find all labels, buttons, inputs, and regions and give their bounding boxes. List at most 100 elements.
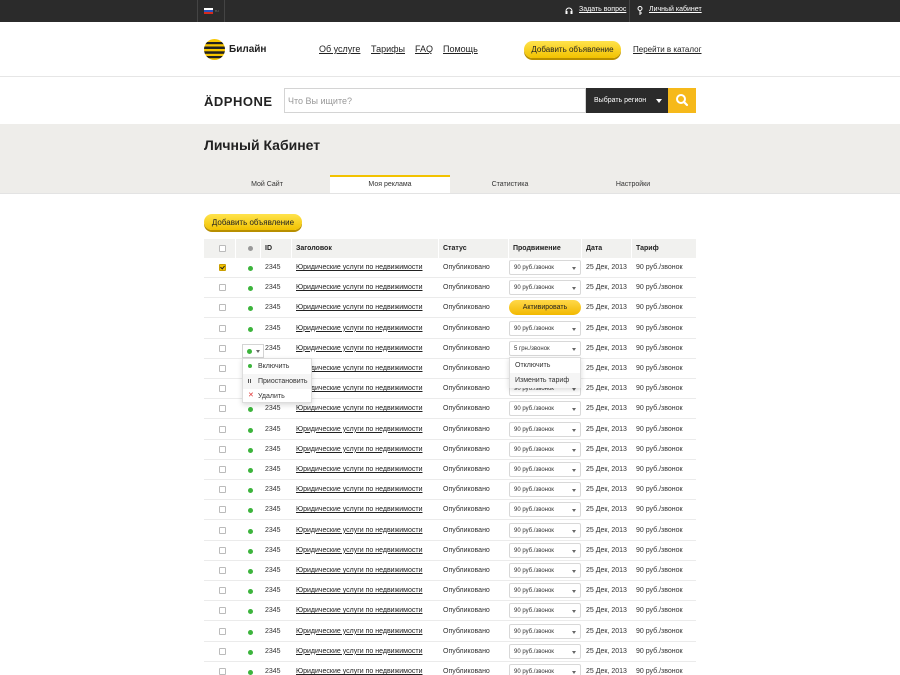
status-dot-icon[interactable] bbox=[248, 326, 253, 332]
promotion-select[interactable]: 90 руб./звонок bbox=[509, 482, 581, 498]
nav-about[interactable]: Об услуге bbox=[319, 44, 360, 54]
row-checkbox[interactable] bbox=[219, 526, 226, 534]
row-title-link[interactable]: Юридические услуги по недвижимости bbox=[296, 607, 423, 614]
status-dot-icon[interactable] bbox=[248, 427, 253, 433]
status-dot-icon[interactable] bbox=[248, 306, 253, 312]
tab-my-ads[interactable]: Моя реклама bbox=[330, 175, 450, 194]
status-dot-icon[interactable] bbox=[248, 528, 253, 534]
row-title-link[interactable]: Юридические услуги по недвижимости bbox=[296, 567, 423, 574]
row-checkbox[interactable] bbox=[219, 425, 226, 433]
row-checkbox[interactable] bbox=[219, 365, 226, 372]
promotion-select[interactable]: 90 руб./звонок bbox=[509, 502, 581, 518]
tab-my-site[interactable]: Мой Сайт bbox=[204, 175, 330, 194]
promotion-select[interactable]: 90 руб./звонок bbox=[509, 462, 581, 477]
header-status[interactable]: Статус bbox=[443, 245, 467, 252]
row-checkbox[interactable] bbox=[219, 264, 226, 271]
select-all-checkbox[interactable] bbox=[219, 245, 226, 252]
search-button[interactable] bbox=[668, 88, 696, 113]
region-select[interactable]: Выбрать регион bbox=[586, 88, 668, 113]
row-title-link[interactable]: Юридические услуги по недвижимости bbox=[296, 405, 423, 412]
row-title-link[interactable]: Юридические услуги по недвижимости bbox=[296, 365, 423, 372]
status-dot-icon[interactable] bbox=[248, 266, 253, 271]
catalog-link[interactable]: Перейти в каталог bbox=[633, 45, 702, 54]
search-input[interactable]: Что Вы ищите? bbox=[284, 88, 586, 113]
row-title-link[interactable]: Юридические услуги по недвижимости bbox=[296, 506, 423, 513]
row-title-link[interactable]: Юридические услуги по недвижимости bbox=[296, 284, 423, 291]
promotion-select[interactable]: 90 руб./звонок bbox=[509, 664, 581, 675]
row-checkbox[interactable] bbox=[219, 385, 226, 393]
promotion-select[interactable]: 90 руб./звонок bbox=[509, 542, 581, 558]
row-title-link[interactable]: Юридические услуги по недвижимости bbox=[296, 527, 423, 534]
personal-cabinet-link[interactable]: Личный кабинет bbox=[649, 6, 702, 13]
promotion-select[interactable]: 90 руб./звонок bbox=[509, 260, 581, 275]
promotion-select[interactable]: 90 руб./звонок bbox=[509, 563, 581, 578]
promotion-select[interactable]: 90 руб./звонок bbox=[509, 320, 581, 336]
row-checkbox[interactable] bbox=[219, 486, 226, 494]
promotion-select[interactable]: 90 руб./звонок bbox=[509, 522, 581, 538]
status-dot-icon[interactable] bbox=[248, 569, 253, 574]
status-dot-icon[interactable] bbox=[248, 548, 253, 554]
row-title-link[interactable]: Юридические услуги по недвижимости bbox=[296, 587, 423, 594]
status-toggle[interactable] bbox=[242, 344, 264, 358]
promotion-select[interactable]: 90 руб./звонок bbox=[509, 421, 581, 437]
row-checkbox[interactable] bbox=[219, 466, 226, 473]
row-checkbox[interactable] bbox=[219, 587, 226, 595]
promotion-select[interactable]: 90 руб./звонок bbox=[509, 280, 581, 296]
beeline-logo-icon[interactable] bbox=[204, 39, 225, 60]
ask-question-link[interactable]: Задать вопрос bbox=[579, 6, 626, 13]
promotion-select[interactable]: 90 руб./звонок bbox=[509, 441, 581, 457]
row-checkbox[interactable] bbox=[219, 627, 226, 635]
row-checkbox[interactable] bbox=[219, 324, 226, 332]
row-title-link[interactable]: Юридические услуги по недвижимости bbox=[296, 486, 423, 493]
promo-menu-change-tariff[interactable]: Изменить тариф bbox=[510, 373, 580, 388]
row-checkbox[interactable] bbox=[219, 344, 226, 352]
nav-help[interactable]: Помощь bbox=[443, 44, 478, 54]
nav-faq[interactable]: FAQ bbox=[415, 44, 433, 54]
status-dot-icon[interactable] bbox=[248, 670, 253, 675]
status-dot-icon[interactable] bbox=[248, 468, 253, 473]
row-title-link[interactable]: Юридические услуги по недвижимости bbox=[296, 304, 423, 311]
adphone-logo[interactable]: ÄDPHONE bbox=[204, 94, 273, 109]
header-date[interactable]: Дата bbox=[586, 245, 602, 252]
row-checkbox[interactable] bbox=[219, 284, 226, 292]
status-dot-icon[interactable] bbox=[248, 589, 253, 595]
row-checkbox[interactable] bbox=[219, 607, 226, 615]
status-dot-icon[interactable] bbox=[248, 286, 253, 292]
row-checkbox[interactable] bbox=[219, 567, 226, 574]
row-title-link[interactable]: Юридические услуги по недвижимости bbox=[296, 325, 423, 332]
row-title-link[interactable]: Юридические услуги по недвижимости bbox=[296, 446, 423, 453]
row-checkbox[interactable] bbox=[219, 506, 226, 514]
row-checkbox[interactable] bbox=[219, 647, 226, 655]
status-dot-icon[interactable] bbox=[248, 609, 253, 615]
row-checkbox[interactable] bbox=[219, 668, 226, 675]
status-dot-icon[interactable] bbox=[248, 649, 253, 655]
header-promotion[interactable]: Продвижение bbox=[513, 245, 561, 252]
nav-tariffs[interactable]: Тарифы bbox=[371, 44, 405, 54]
tab-statistics[interactable]: Статистика bbox=[450, 175, 570, 194]
promotion-select[interactable]: 90 руб./звонок bbox=[509, 623, 581, 639]
row-title-link[interactable]: Юридические услуги по недвижимости bbox=[296, 648, 423, 655]
tab-settings[interactable]: Настройки bbox=[570, 175, 696, 194]
row-checkbox[interactable] bbox=[219, 445, 226, 453]
row-title-link[interactable]: Юридические услуги по недвижимости bbox=[296, 628, 423, 635]
row-title-link[interactable]: Юридические услуги по недвижимости bbox=[296, 668, 423, 675]
row-checkbox[interactable] bbox=[219, 405, 226, 413]
language-selector[interactable]: ru bbox=[197, 0, 225, 22]
status-menu-delete[interactable]: ✕ Удалить bbox=[243, 389, 311, 404]
add-ad-header-button[interactable]: Добавить объявление bbox=[524, 41, 621, 58]
promotion-select[interactable]: 90 руб./звонок bbox=[509, 603, 581, 619]
status-dot-icon[interactable] bbox=[248, 488, 253, 494]
promotion-select[interactable]: 90 руб./звонок bbox=[509, 401, 581, 417]
header-title[interactable]: Заголовок bbox=[296, 245, 332, 252]
row-checkbox[interactable] bbox=[219, 546, 226, 554]
status-dot-icon[interactable] bbox=[248, 407, 253, 413]
row-title-link[interactable]: Юридические услуги по недвижимости bbox=[296, 426, 423, 433]
header-id[interactable]: ID bbox=[265, 245, 272, 252]
status-dot-icon[interactable] bbox=[248, 508, 253, 514]
activate-button[interactable]: Активировать bbox=[509, 300, 581, 316]
row-title-link[interactable]: Юридические услуги по недвижимости bbox=[296, 466, 423, 473]
status-menu-enable[interactable]: Включить bbox=[243, 359, 311, 374]
row-title-link[interactable]: Юридические услуги по недвижимости bbox=[296, 264, 423, 271]
promo-menu-disable[interactable]: Отключить bbox=[510, 358, 580, 373]
row-title-link[interactable]: Юридические услуги по недвижимости bbox=[296, 385, 423, 392]
